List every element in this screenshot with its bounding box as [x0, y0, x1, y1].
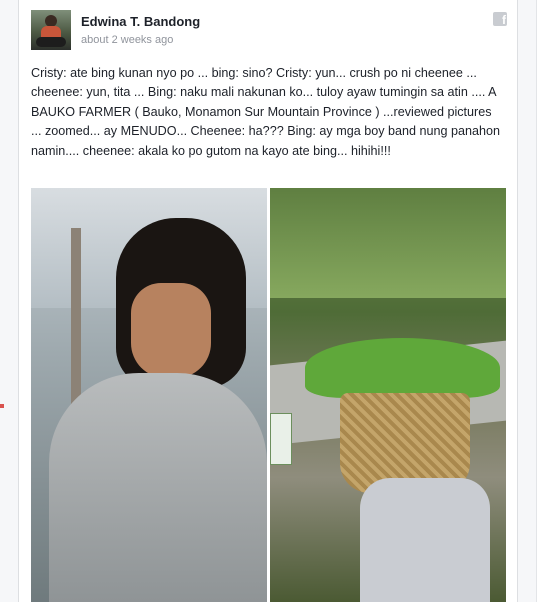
photo-hoodie — [49, 373, 267, 602]
post-card: Edwina T. Bandong about 2 weeks ago f Cr… — [18, 0, 518, 602]
photo-face — [131, 283, 211, 378]
author-name[interactable]: Edwina T. Bandong — [81, 14, 200, 29]
post-header: Edwina T. Bandong about 2 weeks ago f — [31, 10, 509, 52]
avatar-motorbike — [36, 37, 66, 47]
photo-farmer[interactable] — [270, 188, 506, 602]
facebook-icon: f — [493, 12, 507, 27]
photo-trees — [270, 188, 506, 298]
left-edge-marker — [0, 404, 4, 408]
photo-vegetables — [305, 338, 500, 398]
author-avatar[interactable] — [31, 10, 71, 50]
photo-road-sign — [270, 413, 292, 465]
photo-farmer-jacket — [360, 478, 490, 602]
photo-portrait[interactable] — [31, 188, 267, 602]
post-text: Cristy: ate bing kunan nyo po ... bing: … — [31, 66, 501, 158]
right-edge-panel — [536, 0, 545, 602]
post-timestamp[interactable]: about 2 weeks ago — [81, 34, 173, 46]
